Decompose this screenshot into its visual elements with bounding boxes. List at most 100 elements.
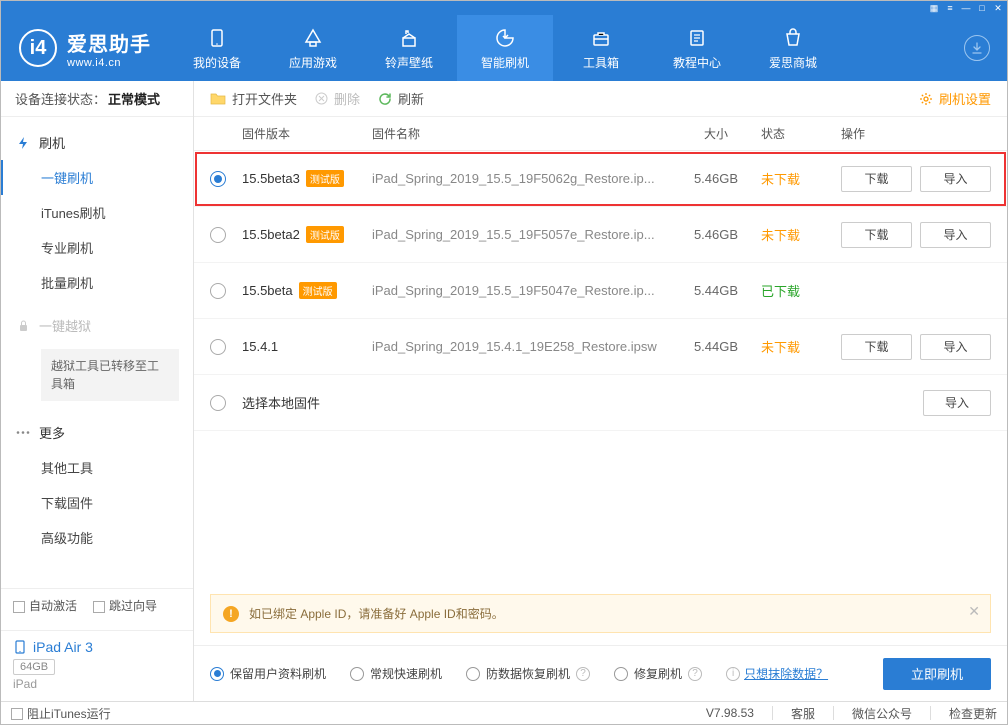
firmware-status: 未下载 — [761, 169, 841, 188]
connection-status: 设备连接状态： 正常模式 — [1, 81, 193, 117]
nav-icon — [781, 26, 805, 50]
info-icon[interactable]: i — [726, 667, 740, 681]
nav-tab-6[interactable]: 爱思商城 — [745, 15, 841, 81]
firmware-row[interactable]: 15.5beta3测试版iPad_Spring_2019_15.5_19F506… — [194, 151, 1007, 207]
nav-icon — [205, 26, 229, 50]
status-support[interactable]: 客服 — [791, 705, 815, 722]
nav-tab-4[interactable]: 工具箱 — [553, 15, 649, 81]
notice-close-icon[interactable]: ✕ — [968, 603, 980, 620]
sidebar-more-item[interactable]: 其他工具 — [1, 450, 193, 485]
flash-mode-option[interactable]: 常规快速刷机 — [350, 665, 442, 682]
open-folder-button[interactable]: 打开文件夹 — [210, 89, 297, 108]
titlebar-grid-icon[interactable]: ▦ — [929, 3, 939, 13]
status-wechat[interactable]: 微信公众号 — [852, 705, 912, 722]
sidebar-more-item[interactable]: 高级功能 — [1, 520, 193, 555]
col-size: 大小 — [671, 125, 761, 142]
download-button[interactable]: 下载 — [841, 222, 912, 248]
import-button[interactable]: 导入 — [923, 390, 991, 416]
firmware-row[interactable]: 选择本地固件导入 — [194, 375, 1007, 431]
skip-guide-checkbox[interactable]: 跳过向导 — [93, 597, 157, 614]
beta-badge: 测试版 — [299, 282, 337, 299]
block-itunes-checkbox[interactable]: 阻止iTunes运行 — [11, 705, 111, 722]
firmware-row[interactable]: 15.5beta测试版iPad_Spring_2019_15.5_19F5047… — [194, 263, 1007, 319]
firmware-rows: 15.5beta3测试版iPad_Spring_2019_15.5_19F506… — [194, 151, 1007, 431]
sidebar-more-head[interactable]: 更多 — [1, 415, 193, 450]
nav-tab-3[interactable]: 智能刷机 — [457, 15, 553, 81]
nav-right — [947, 35, 1007, 61]
table-header: 固件版本 固件名称 大小 状态 操作 — [194, 117, 1007, 151]
nav-tab-1[interactable]: 应用游戏 — [265, 15, 361, 81]
sidebar-flash-item[interactable]: 批量刷机 — [1, 265, 193, 300]
refresh-icon — [378, 92, 392, 106]
minimize-icon[interactable]: — — [961, 3, 971, 13]
flash-settings-button[interactable]: 刷机设置 — [919, 89, 991, 108]
nav-tab-2[interactable]: 铃声壁纸 — [361, 15, 457, 81]
firmware-status: 未下载 — [761, 337, 841, 356]
import-button[interactable]: 导入 — [920, 334, 991, 360]
firmware-row[interactable]: 15.4.1iPad_Spring_2019_15.4.1_19E258_Res… — [194, 319, 1007, 375]
sidebar-bottom: 自动激活 跳过向导 — [1, 588, 193, 630]
delete-button[interactable]: 删除 — [315, 89, 360, 108]
row-radio[interactable] — [210, 339, 226, 355]
status-update[interactable]: 检查更新 — [949, 705, 997, 722]
connection-label: 设备连接状态： — [15, 89, 106, 108]
sidebar-flash-head[interactable]: 刷机 — [1, 125, 193, 160]
row-radio[interactable] — [210, 227, 226, 243]
beta-badge: 测试版 — [306, 226, 344, 243]
firmware-status: 已下载 — [761, 281, 841, 300]
warning-icon: ! — [223, 606, 239, 622]
row-radio[interactable] — [210, 283, 226, 299]
col-version: 固件版本 — [242, 125, 372, 142]
beta-badge: 测试版 — [306, 170, 344, 187]
nav-tab-0[interactable]: 我的设备 — [169, 15, 265, 81]
firmware-size: 5.44GB — [671, 339, 761, 354]
col-name: 固件名称 — [372, 125, 671, 142]
flash-mode-option[interactable]: 保留用户资料刷机 — [210, 665, 326, 682]
flash-mode-option[interactable]: 防数据恢复刷机? — [466, 665, 590, 682]
import-button[interactable]: 导入 — [920, 166, 991, 192]
sidebar-flash-item[interactable]: 一键刷机 — [1, 160, 193, 195]
firmware-status: 未下载 — [761, 225, 841, 244]
toolbar: 打开文件夹 删除 刷新 刷机设置 — [194, 81, 1007, 117]
device-name: iPad Air 3 — [33, 639, 93, 655]
help-icon[interactable]: ? — [576, 667, 590, 681]
action-bar: 保留用户资料刷机 常规快速刷机 防数据恢复刷机? 修复刷机? i 只想抹除数据？ 立即… — [194, 645, 1007, 701]
firmware-name: iPad_Spring_2019_15.5_19F5047e_Restore.i… — [372, 283, 671, 298]
download-button[interactable]: 下载 — [841, 166, 912, 192]
sidebar-flash-item[interactable]: 专业刷机 — [1, 230, 193, 265]
folder-icon — [210, 92, 226, 106]
firmware-row[interactable]: 15.5beta2测试版iPad_Spring_2019_15.5_19F505… — [194, 207, 1007, 263]
sidebar-flash-item[interactable]: iTunes刷机 — [1, 195, 193, 230]
row-radio[interactable] — [210, 171, 226, 187]
help-icon[interactable]: ? — [688, 667, 702, 681]
device-icon — [13, 640, 27, 654]
flash-now-button[interactable]: 立即刷机 — [883, 658, 991, 690]
row-radio[interactable] — [210, 395, 226, 411]
firmware-version: 15.5beta2测试版 — [242, 226, 372, 243]
firmware-size: 5.46GB — [671, 171, 761, 186]
device-block[interactable]: iPad Air 3 64GB iPad — [1, 630, 193, 701]
erase-data-link[interactable]: 只想抹除数据？ — [744, 665, 828, 682]
download-button[interactable]: 下载 — [841, 334, 912, 360]
col-ops: 操作 — [841, 125, 991, 142]
firmware-name: iPad_Spring_2019_15.5_19F5062g_Restore.i… — [372, 171, 671, 186]
maximize-icon[interactable]: □ — [977, 3, 987, 13]
flash-mode-option[interactable]: 修复刷机? — [614, 665, 702, 682]
close-icon[interactable]: ✕ — [993, 3, 1003, 13]
nav-icon — [589, 26, 613, 50]
device-capacity: 64GB — [13, 659, 55, 675]
nav-tab-5[interactable]: 教程中心 — [649, 15, 745, 81]
auto-activate-checkbox[interactable]: 自动激活 — [13, 597, 77, 614]
statusbar: 阻止iTunes运行 V7.98.53 客服 微信公众号 检查更新 — [1, 701, 1007, 724]
firmware-name: iPad_Spring_2019_15.5_19F5057e_Restore.i… — [372, 227, 671, 242]
firmware-name: iPad_Spring_2019_15.4.1_19E258_Restore.i… — [372, 339, 671, 354]
import-button[interactable]: 导入 — [920, 222, 991, 248]
logo-icon: i4 — [19, 29, 57, 67]
download-manager-icon[interactable] — [964, 35, 990, 61]
titlebar-menu-icon[interactable]: ≡ — [945, 3, 955, 13]
app-name: 爱思助手 — [67, 28, 151, 57]
refresh-button[interactable]: 刷新 — [378, 89, 424, 108]
sidebar-more-item[interactable]: 下载固件 — [1, 485, 193, 520]
apple-id-notice: ! 如已绑定 Apple ID，请准备好 Apple ID和密码。 ✕ — [210, 594, 991, 633]
app-url: www.i4.cn — [67, 57, 151, 69]
